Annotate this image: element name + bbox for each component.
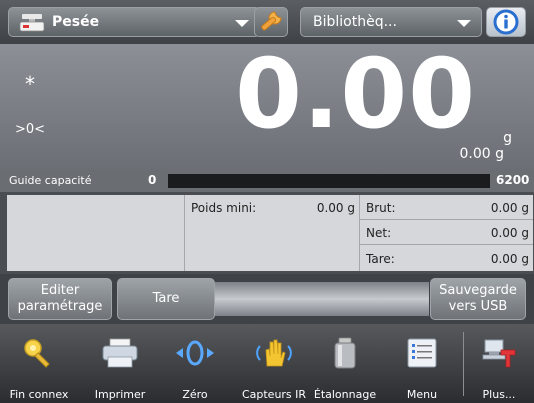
edit-settings-button[interactable]: Editer paramétrage bbox=[8, 278, 112, 320]
calibration-button[interactable]: Étalonnage bbox=[312, 330, 378, 402]
save-to-usb-button[interactable]: Sauvegarde vers USB bbox=[430, 278, 526, 320]
softkey-empty-slot bbox=[215, 282, 429, 316]
softkey-row: Editer paramétrage Tare Sauvegarde vers … bbox=[0, 274, 534, 324]
capacity-min: 0 bbox=[148, 173, 157, 187]
toolbar-divider bbox=[463, 332, 464, 396]
tare-label: Tare: bbox=[366, 252, 395, 266]
bottom-toolbar: Fin connex Imprimer Zéro Capteurs IR Éta… bbox=[0, 324, 534, 403]
save-usb-label-line2: vers USB bbox=[448, 299, 508, 314]
main-weight-value: 0.00 bbox=[235, 38, 476, 150]
weight-display: * >0< 0.00 g 0.00 g bbox=[0, 44, 534, 170]
calibration-weight-icon bbox=[334, 337, 356, 369]
zero-label: Zéro bbox=[182, 388, 208, 401]
gross-row: Brut: 0.00 g bbox=[360, 195, 533, 220]
capacity-label: Guide capacité bbox=[9, 174, 92, 187]
tare-label: Tare bbox=[152, 291, 180, 307]
menu-label: Menu bbox=[406, 388, 438, 401]
ir-sensors-label: Capteurs IR bbox=[241, 388, 307, 401]
logout-label: Fin connex bbox=[9, 388, 69, 401]
net-row: Net: 0.00 g bbox=[360, 220, 533, 245]
capacity-bar bbox=[168, 174, 490, 188]
info-panel: Poids mini: 0.00 g Brut: 0.00 g Net: 0.0… bbox=[7, 195, 533, 271]
ir-sensors-button[interactable]: Capteurs IR bbox=[234, 330, 314, 402]
tare-value: 0.00 g bbox=[490, 252, 529, 266]
center-of-zero-indicator: >0< bbox=[15, 122, 46, 137]
weights-section: Brut: 0.00 g Net: 0.00 g Tare: 0.00 g bbox=[360, 195, 533, 271]
tare-row: Tare: 0.00 g bbox=[360, 246, 533, 271]
more-button[interactable]: Plus... bbox=[470, 330, 528, 402]
library-selector[interactable]: Bibliothèq... bbox=[300, 7, 482, 37]
info-button[interactable] bbox=[486, 7, 526, 37]
info-panel-empty bbox=[7, 195, 185, 271]
calibration-label: Étalonnage bbox=[313, 388, 377, 401]
wrench-icon bbox=[261, 11, 282, 31]
print-button[interactable]: Imprimer bbox=[82, 330, 158, 402]
scale-icon bbox=[19, 14, 45, 32]
min-weight-value: 0.00 g bbox=[316, 201, 355, 215]
tare-button[interactable]: Tare bbox=[117, 278, 215, 320]
secondary-weight: 0.00 g bbox=[459, 146, 504, 162]
application-selector[interactable]: Pesée bbox=[8, 7, 260, 37]
zero-button[interactable]: Zéro bbox=[164, 330, 226, 402]
logout-button[interactable]: Fin connex bbox=[4, 330, 74, 402]
application-name: Pesée bbox=[52, 14, 100, 30]
settings-button[interactable] bbox=[254, 7, 288, 37]
save-usb-label-line1: Sauvegarde bbox=[439, 283, 517, 299]
menu-icon bbox=[407, 338, 437, 368]
min-weight-label: Poids mini: bbox=[191, 201, 257, 215]
more-label: Plus... bbox=[482, 388, 516, 401]
print-label: Imprimer bbox=[94, 388, 146, 401]
min-weight-section: Poids mini: 0.00 g bbox=[185, 195, 360, 271]
stability-indicator: * bbox=[25, 72, 35, 96]
capacity-max: 6200 bbox=[496, 173, 530, 187]
chevron-down-icon bbox=[457, 20, 471, 27]
key-icon bbox=[24, 339, 50, 368]
net-value: 0.00 g bbox=[490, 226, 529, 240]
library-name: Bibliothèq... bbox=[313, 14, 397, 30]
printer-icon bbox=[102, 338, 138, 368]
hand-sensor-icon bbox=[256, 339, 292, 367]
info-icon bbox=[493, 9, 519, 35]
gross-label: Brut: bbox=[366, 201, 396, 215]
gross-value: 0.00 g bbox=[490, 201, 529, 215]
edit-settings-label-line1: Editer bbox=[40, 283, 80, 299]
zero-icon bbox=[176, 340, 214, 366]
menu-button[interactable]: Menu bbox=[390, 330, 454, 402]
chevron-down-icon bbox=[235, 20, 249, 27]
more-icon bbox=[482, 339, 516, 368]
capacity-guide: Guide capacité 0 6200 bbox=[0, 170, 534, 192]
min-weight-row: Poids mini: 0.00 g bbox=[185, 195, 359, 220]
net-label: Net: bbox=[366, 226, 392, 240]
main-weight-unit: g bbox=[503, 130, 512, 146]
edit-settings-label-line2: paramétrage bbox=[17, 299, 103, 314]
